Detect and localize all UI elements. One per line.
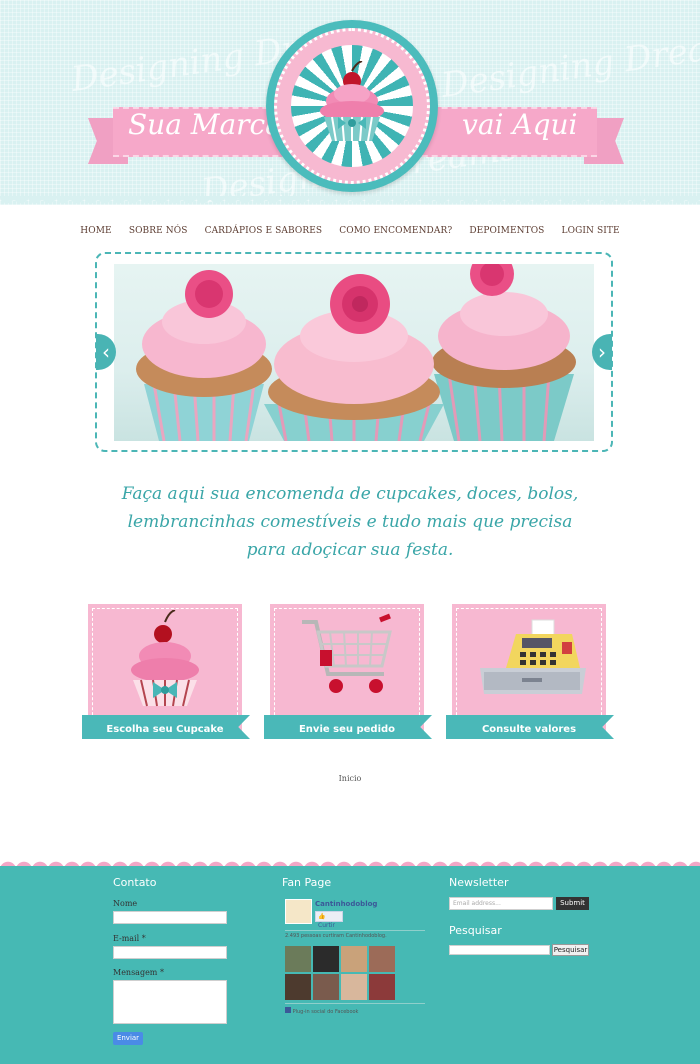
- search-title: Pesquisar: [449, 924, 502, 937]
- fan-avatar[interactable]: [369, 946, 395, 972]
- message-label: Mensagem *: [113, 968, 164, 977]
- send-button[interactable]: Enviar: [113, 1032, 143, 1045]
- card-choose-cupcake[interactable]: Escolha seu Cupcake: [82, 604, 250, 739]
- shopping-cart-icon: [302, 613, 392, 693]
- card-check-prices[interactable]: Consulte valores: [446, 604, 614, 739]
- nav-como-encomendar[interactable]: COMO ENCOMENDAR?: [339, 226, 452, 236]
- email-label: E-mail *: [113, 934, 146, 943]
- nav-sobre-nos[interactable]: SOBRE NÓS: [129, 226, 188, 236]
- brand-name-right: vai Aqui: [462, 108, 578, 141]
- cupcake-icon: [320, 61, 384, 142]
- chevron-left-icon: ‹: [102, 340, 110, 364]
- nav-home[interactable]: HOME: [80, 226, 111, 236]
- cupcakes-photo: [136, 264, 576, 441]
- card-label: Envie seu pedido: [298, 724, 396, 735]
- fan-avatar[interactable]: [369, 974, 395, 1000]
- header-scallop-border: [0, 196, 700, 210]
- newsletter-submit-button[interactable]: Submit: [556, 897, 589, 910]
- cash-register-icon: [480, 619, 586, 694]
- logo-starburst: [291, 45, 413, 167]
- contact-title: Contato: [113, 876, 157, 889]
- fanpage-title: Fan Page: [282, 876, 332, 889]
- brand-name-left: Sua Marca: [128, 108, 282, 141]
- tagline-line-2: lembrancinhas comestíveis e tudo mais qu…: [127, 512, 573, 532]
- tagline: Faça aqui sua encomenda de cupcakes, doc…: [0, 480, 700, 564]
- nav-cardapios[interactable]: CARDÁPIOS E SABORES: [205, 226, 323, 236]
- name-field[interactable]: [113, 911, 227, 924]
- cupcake-icon: [131, 610, 199, 707]
- tagline-line-3: para adoçicar sua festa.: [246, 540, 454, 560]
- nav-login[interactable]: LOGIN SITE: [562, 226, 620, 236]
- search-input[interactable]: [449, 945, 550, 955]
- logo-ring: [274, 28, 430, 184]
- fanpage-avatar: [285, 899, 312, 924]
- newsletter-email-input[interactable]: Email address...: [449, 897, 553, 910]
- breadcrumb: Inicio: [338, 774, 362, 783]
- newsletter-placeholder: Email address...: [453, 900, 501, 907]
- newsletter-title: Newsletter: [449, 876, 509, 889]
- chevron-right-icon: ›: [598, 340, 606, 364]
- slider-image: [114, 264, 594, 441]
- card-label: Consulte valores: [481, 724, 577, 735]
- facebook-icon: [285, 1007, 291, 1013]
- fan-avatar[interactable]: [313, 974, 339, 1000]
- email-field[interactable]: [113, 946, 227, 959]
- thumbs-up-icon: 👍: [318, 913, 326, 920]
- like-label: Curtir: [318, 922, 335, 929]
- fan-avatar[interactable]: [285, 974, 311, 1000]
- logo[interactable]: [266, 20, 438, 192]
- fan-avatar[interactable]: [341, 974, 367, 1000]
- message-field[interactable]: [113, 980, 227, 1024]
- facebook-plugin-note: Plug-in social do Facebook: [285, 1007, 358, 1015]
- search-button[interactable]: Pesquisar: [552, 944, 589, 956]
- fanpage-name[interactable]: Cantinhodoblog: [315, 900, 377, 908]
- divider: [285, 1003, 425, 1004]
- nav-depoimentos[interactable]: DEPOIMENTOS: [469, 226, 544, 236]
- watermark-text: Designing Dreams: [438, 22, 700, 106]
- divider: [285, 930, 425, 931]
- like-button[interactable]: 👍 Curtir: [315, 911, 343, 929]
- card-label: Escolha seu Cupcake: [106, 724, 224, 735]
- card-send-order[interactable]: Envie seu pedido: [264, 604, 432, 739]
- likes-count: 2.493 pessoas curtiram Cantinhodoblog.: [285, 933, 387, 939]
- main-nav: HOME SOBRE NÓS CARDÁPIOS E SABORES COMO …: [0, 218, 700, 237]
- fan-thumbnails: [285, 946, 395, 1000]
- tagline-line-1: Faça aqui sua encomenda de cupcakes, doc…: [121, 484, 579, 504]
- facebook-plugin-label: Plug-in social do Facebook: [292, 1009, 359, 1015]
- name-label: Nome: [113, 899, 138, 908]
- fan-avatar[interactable]: [285, 946, 311, 972]
- fan-avatar[interactable]: [341, 946, 367, 972]
- fan-avatar[interactable]: [313, 946, 339, 972]
